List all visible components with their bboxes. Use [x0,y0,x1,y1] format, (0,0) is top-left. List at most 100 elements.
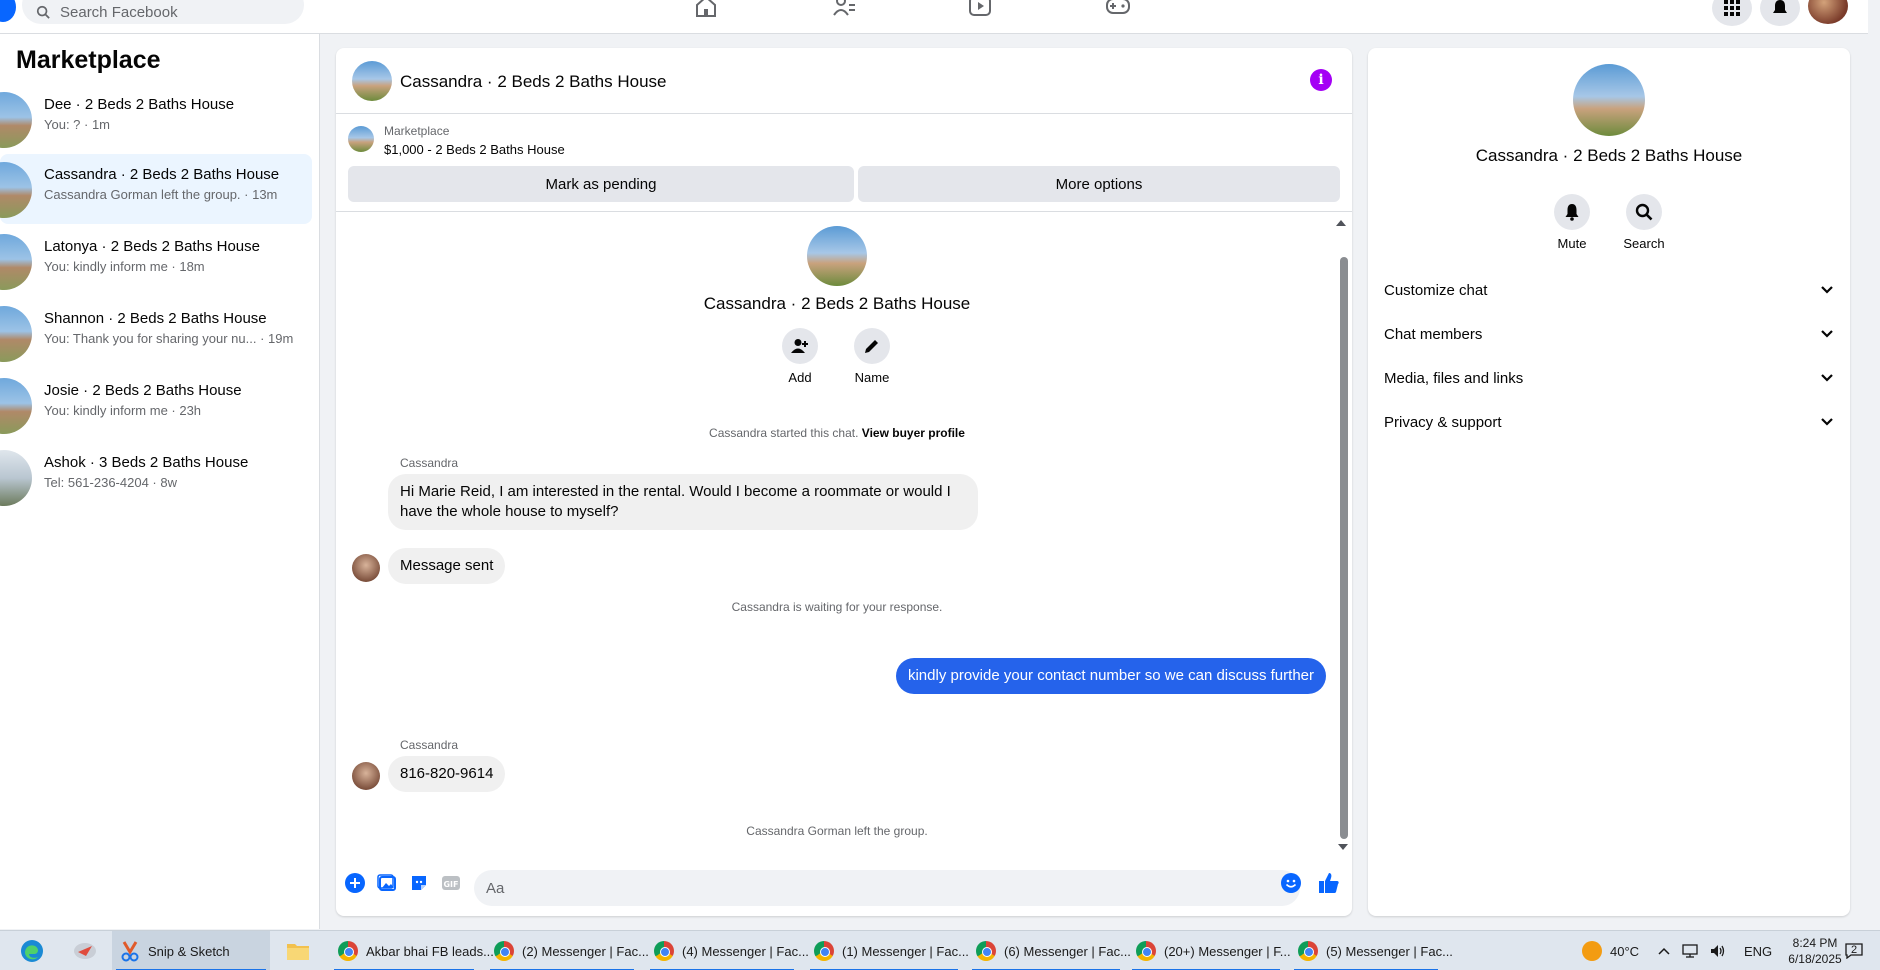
gif-icon[interactable]: GIF [440,872,462,894]
chat-title[interactable]: Cassandra · 2 Beds 2 Baths House [400,72,666,92]
weather-sun-icon [1582,941,1602,961]
info-icon[interactable]: i [1310,69,1332,91]
customize-chat-section[interactable]: Customize chat [1384,270,1834,310]
conversation-item-josie[interactable]: Josie · 2 Beds 2 Baths House You: kindly… [0,370,312,440]
like-thumb-icon[interactable] [1318,872,1340,894]
chevron-down-icon [1821,374,1833,382]
home-icon[interactable] [692,0,720,18]
taskbar-chrome-window[interactable]: (20+) Messenger | F... [1128,931,1291,970]
waiting-note: Cassandra is waiting for your response. [731,600,943,614]
plus-icon[interactable] [344,872,366,894]
privacy-support-section[interactable]: Privacy & support [1384,402,1834,442]
gaming-icon[interactable] [1104,0,1132,18]
menu-grid-icon[interactable] [1712,0,1752,26]
conversation-title: Dee · 2 Beds 2 Baths House [44,96,235,113]
sender-name: Cassandra [400,456,459,470]
message-input[interactable] [474,870,1300,906]
add-person-icon[interactable] [782,328,818,364]
details-avatar[interactable] [1573,64,1645,136]
conversation-item-latonya[interactable]: Latonya · 2 Beds 2 Baths House You: kind… [0,226,312,296]
language-indicator[interactable]: ENG [1744,944,1772,959]
notification-center-icon[interactable]: 2 [1836,931,1866,970]
watch-icon[interactable] [966,0,994,18]
top-navigation-bar: Search Facebook [0,0,1868,34]
sidebar-title: Marketplace [16,46,161,74]
taskbar-item-label: (5) Messenger | Fac... [1326,943,1453,959]
mute-label: Mute [1557,236,1587,251]
taskbar-chrome-window[interactable]: (5) Messenger | Fac... [1290,931,1453,970]
incoming-message[interactable]: Message sent [388,548,506,584]
add-label: Add [788,370,812,385]
emoji-icon[interactable] [1280,872,1302,894]
chevron-down-icon [1821,286,1833,294]
sender-name: Cassandra [400,738,459,752]
chat-members-section[interactable]: Chat members [1384,314,1834,354]
system-tray: ENG [1658,931,1772,970]
conversation-preview: Tel: 561-236-4204 · 8w [44,475,177,490]
thread-avatar [807,226,867,286]
taskbar-item-label: Akbar bhai FB leads... [366,943,494,959]
conversation-item-cassandra[interactable]: Cassandra · 2 Beds 2 Baths House Cassand… [0,154,312,224]
incoming-message[interactable]: 816-820-9614 [388,756,506,792]
conversation-item-ashok[interactable]: Ashok · 3 Beds 2 Baths House Tel: 561-23… [0,442,312,512]
search-icon[interactable] [1626,194,1662,230]
scroll-down-icon[interactable] [1338,844,1348,850]
taskbar-chrome-window[interactable]: (6) Messenger | Fac... [968,931,1131,970]
network-icon[interactable] [1682,944,1698,958]
taskbar-chrome-window[interactable]: Akbar bhai FB leads... [330,931,494,970]
listing-thumbnail[interactable] [348,126,374,152]
photo-icon[interactable] [376,872,398,894]
media-files-links-section[interactable]: Media, files and links [1384,358,1834,398]
more-options-button[interactable]: More options [858,166,1340,202]
listing-price[interactable]: $1,000 - 2 Beds 2 Baths House [384,142,565,157]
conversation-item-dee[interactable]: Dee · 2 Beds 2 Baths House You: ? · 1m [0,84,312,154]
notification-count: 2 [1850,944,1858,956]
section-label: Customize chat [1384,281,1488,299]
incoming-message[interactable]: Hi Marie Reid, I am interested in the re… [388,474,978,530]
scroll-up-icon[interactable] [1336,220,1346,226]
taskbar-snip-sketch[interactable]: Snip & Sketch [112,931,270,970]
left-group-note: Cassandra Gorman left the group. [746,824,928,838]
weather-widget[interactable]: 40°C [1582,931,1639,970]
mute-bell-icon[interactable] [1554,194,1590,230]
facebook-logo[interactable] [0,0,16,22]
conversation-title: Shannon · 2 Beds 2 Baths House [44,310,267,327]
chevron-up-icon[interactable] [1658,947,1670,955]
edge-icon[interactable] [12,931,60,970]
chat-details-panel: Cassandra · 2 Beds 2 Baths House Mute Se… [1368,48,1850,916]
conversation-title: Josie · 2 Beds 2 Baths House [44,382,242,399]
mark-as-pending-button[interactable]: Mark as pending [348,166,854,202]
scrollbar-thumb[interactable] [1340,257,1348,839]
friends-icon[interactable] [830,0,858,18]
chat-avatar[interactable] [352,61,392,101]
conversation-preview: Cassandra Gorman left the group. · 13m [44,187,278,202]
notifications-icon[interactable] [1760,0,1800,26]
profile-avatar[interactable] [1808,0,1848,24]
chrome-icon [1136,941,1156,961]
sender-avatar[interactable] [352,762,380,790]
conversation-preview: You: Thank you for sharing your nu... · … [44,331,294,346]
listing-thumbnail [0,92,32,148]
chevron-down-icon [1821,330,1833,338]
outgoing-message[interactable]: kindly provide your contact number so we… [895,658,1326,694]
conversation-title: Latonya · 2 Beds 2 Baths House [44,238,260,255]
taskbar-chrome-window[interactable]: (2) Messenger | Fac... [486,931,649,970]
chat-panel: Cassandra · 2 Beds 2 Baths House i Marke… [336,48,1352,916]
sender-avatar[interactable] [352,554,380,582]
chat-header: Cassandra · 2 Beds 2 Baths House i [336,48,1352,114]
search-facebook-input[interactable]: Search Facebook [22,0,304,24]
marketplace-sidebar: Marketplace Dee · 2 Beds 2 Baths House Y… [0,34,320,929]
app-icon[interactable] [64,931,110,970]
taskbar-chrome-window[interactable]: (1) Messenger | Fac... [806,931,969,970]
taskbar-chrome-window[interactable]: (4) Messenger | Fac... [646,931,809,970]
sticker-icon[interactable] [408,872,430,894]
volume-icon[interactable] [1710,944,1726,958]
chrome-icon [976,941,996,961]
taskbar-item-label: (1) Messenger | Fac... [842,943,969,959]
listing-thumbnail [0,234,32,290]
edit-name-icon[interactable] [854,328,890,364]
file-explorer-icon[interactable] [278,931,324,970]
view-buyer-profile-link[interactable]: View buyer profile [862,426,965,440]
conversation-title: Cassandra · 2 Beds 2 Baths House [44,166,280,183]
conversation-item-shannon[interactable]: Shannon · 2 Beds 2 Baths House You: Than… [0,298,312,368]
